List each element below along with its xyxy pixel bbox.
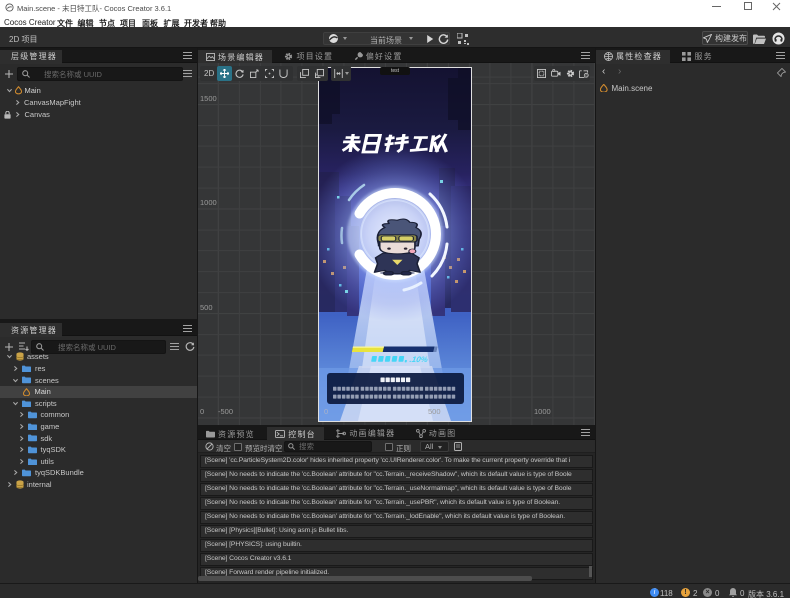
svg-text:.10%: .10% [409, 355, 429, 364]
svg-text:0: 0 [585, 74, 587, 78]
